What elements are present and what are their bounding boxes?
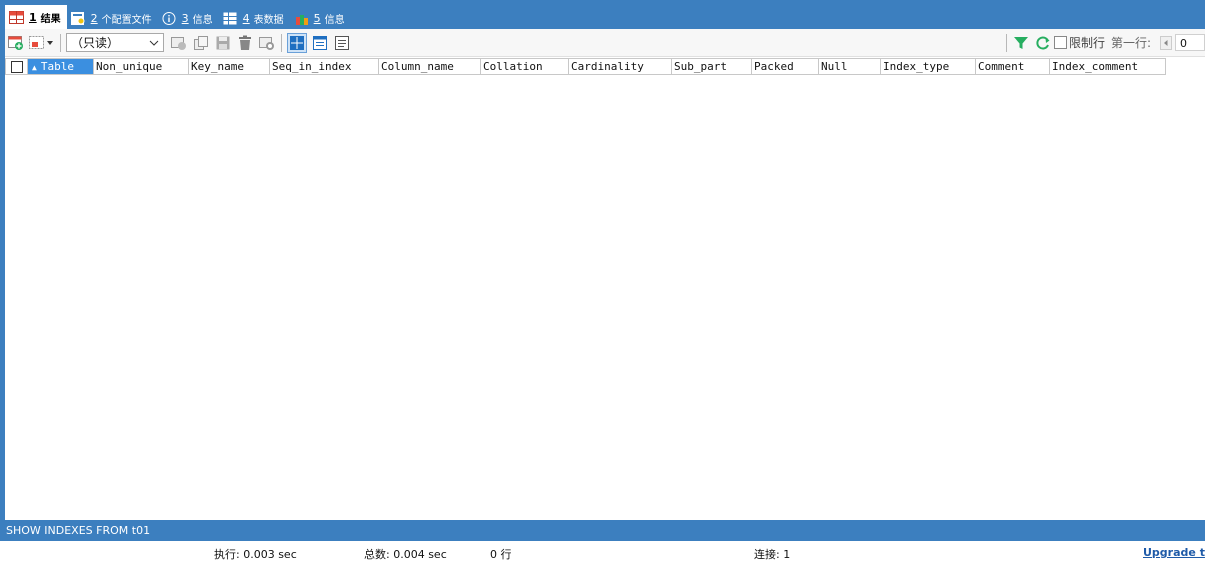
column-header-comment[interactable]: Comment bbox=[976, 58, 1050, 75]
export-dropdown-icon[interactable] bbox=[29, 34, 55, 52]
column-header-key-name[interactable]: Key_name bbox=[189, 58, 270, 75]
result-toolbar: （只读） 限制行 第一行: 0 bbox=[5, 29, 1205, 57]
tab-info-label: 信息 bbox=[192, 14, 213, 26]
result-tabs: 1 结果 2 个配置文件 3 信息 4 表数据 5 信息 bbox=[5, 5, 1205, 29]
total-time: 总数: 0.004 sec bbox=[364, 548, 447, 561]
tab-table-data[interactable]: 4 表数据 bbox=[219, 7, 290, 29]
limit-rows-label: 限制行 bbox=[1068, 36, 1105, 50]
tab-result[interactable]: 1 结果 bbox=[5, 5, 67, 29]
toolbar-right-tools: 限制行 第一行: 0 bbox=[1003, 29, 1205, 56]
row-count: 0 行 bbox=[490, 548, 512, 561]
tab-info-2-label: 信息 bbox=[324, 14, 345, 26]
column-header-table-label: Table bbox=[40, 60, 74, 73]
connection-count: 连接: 1 bbox=[754, 548, 791, 561]
profile-icon bbox=[70, 11, 86, 25]
query-status-bar: SHOW INDEXES FROM t01 bbox=[0, 520, 1205, 541]
duplicate-row-icon[interactable] bbox=[170, 34, 188, 52]
bottom-status: 执行: 0.003 sec 总数: 0.004 sec 0 行 连接: 1 Up… bbox=[0, 541, 1205, 564]
text-view-icon[interactable] bbox=[333, 34, 351, 52]
result-content: （只读） 限制行 第一行: 0 ▲ Table Non_unique Key_n… bbox=[5, 29, 1205, 520]
upgrade-link[interactable]: Upgrade t bbox=[1143, 546, 1205, 559]
tab-info-2-number: 5 bbox=[313, 11, 321, 25]
column-header-null[interactable]: Null bbox=[819, 58, 881, 75]
tab-profile[interactable]: 2 个配置文件 bbox=[67, 7, 158, 29]
add-row-icon[interactable] bbox=[7, 34, 25, 52]
column-header-cardinality[interactable]: Cardinality bbox=[569, 58, 672, 75]
readonly-select[interactable]: （只读） bbox=[66, 33, 164, 52]
toolbar-separator bbox=[281, 33, 282, 52]
tab-result-number: 1 bbox=[29, 10, 37, 24]
toolbar-separator bbox=[1005, 33, 1007, 52]
grid-header: ▲ Table Non_unique Key_name Seq_in_index … bbox=[5, 58, 1166, 75]
copy-row-icon[interactable] bbox=[192, 34, 210, 52]
select-all-checkbox[interactable] bbox=[5, 58, 28, 75]
tab-info-number: 3 bbox=[181, 11, 189, 25]
tab-result-label: 结果 bbox=[40, 13, 61, 25]
delete-icon[interactable] bbox=[236, 34, 254, 52]
readonly-select-value: （只读） bbox=[71, 36, 120, 50]
column-header-table[interactable]: ▲ Table bbox=[28, 58, 94, 75]
column-header-packed[interactable]: Packed bbox=[752, 58, 819, 75]
exec-time: 执行: 0.003 sec bbox=[214, 548, 297, 561]
tab-info-2[interactable]: 5 信息 bbox=[290, 7, 351, 29]
info-chart-icon bbox=[294, 12, 309, 25]
limit-rows-checkbox[interactable] bbox=[1053, 36, 1067, 49]
column-header-collation[interactable]: Collation bbox=[481, 58, 569, 75]
tab-table-data-number: 4 bbox=[242, 11, 250, 25]
tab-profile-label: 个配置文件 bbox=[101, 14, 152, 26]
form-view-icon[interactable] bbox=[311, 34, 329, 52]
result-panel-frame: 1 结果 2 个配置文件 3 信息 4 表数据 5 信息 （只读） 限制行 第一… bbox=[0, 0, 1205, 541]
column-header-non-unique[interactable]: Non_unique bbox=[94, 58, 189, 75]
column-header-column-name[interactable]: Column_name bbox=[379, 58, 481, 75]
refresh-icon[interactable] bbox=[1034, 34, 1052, 52]
save-icon[interactable] bbox=[214, 34, 232, 52]
tab-info[interactable]: 3 信息 bbox=[158, 7, 219, 29]
filter-icon[interactable] bbox=[1012, 34, 1030, 52]
column-header-sub-part[interactable]: Sub_part bbox=[672, 58, 752, 75]
refresh-data-icon[interactable] bbox=[258, 34, 276, 52]
prev-page-icon[interactable] bbox=[1159, 34, 1173, 52]
tab-profile-number: 2 bbox=[90, 11, 98, 25]
table-data-icon bbox=[222, 11, 238, 25]
toolbar-separator bbox=[60, 33, 61, 52]
column-header-index-type[interactable]: Index_type bbox=[881, 58, 976, 75]
info-icon bbox=[162, 11, 177, 25]
query-text: SHOW INDEXES FROM t01 bbox=[6, 524, 151, 537]
column-header-seq-in-index[interactable]: Seq_in_index bbox=[270, 58, 379, 75]
tab-table-data-label: 表数据 bbox=[253, 14, 284, 26]
sort-asc-icon: ▲ bbox=[32, 63, 37, 72]
column-header-index-comment[interactable]: Index_comment bbox=[1050, 58, 1166, 75]
first-row-label: 第一行: bbox=[1110, 36, 1151, 50]
grid-view-icon[interactable] bbox=[287, 32, 307, 53]
chevron-down-icon bbox=[149, 40, 159, 46]
first-row-input[interactable]: 0 bbox=[1175, 34, 1205, 51]
result-grid-icon bbox=[9, 10, 24, 24]
